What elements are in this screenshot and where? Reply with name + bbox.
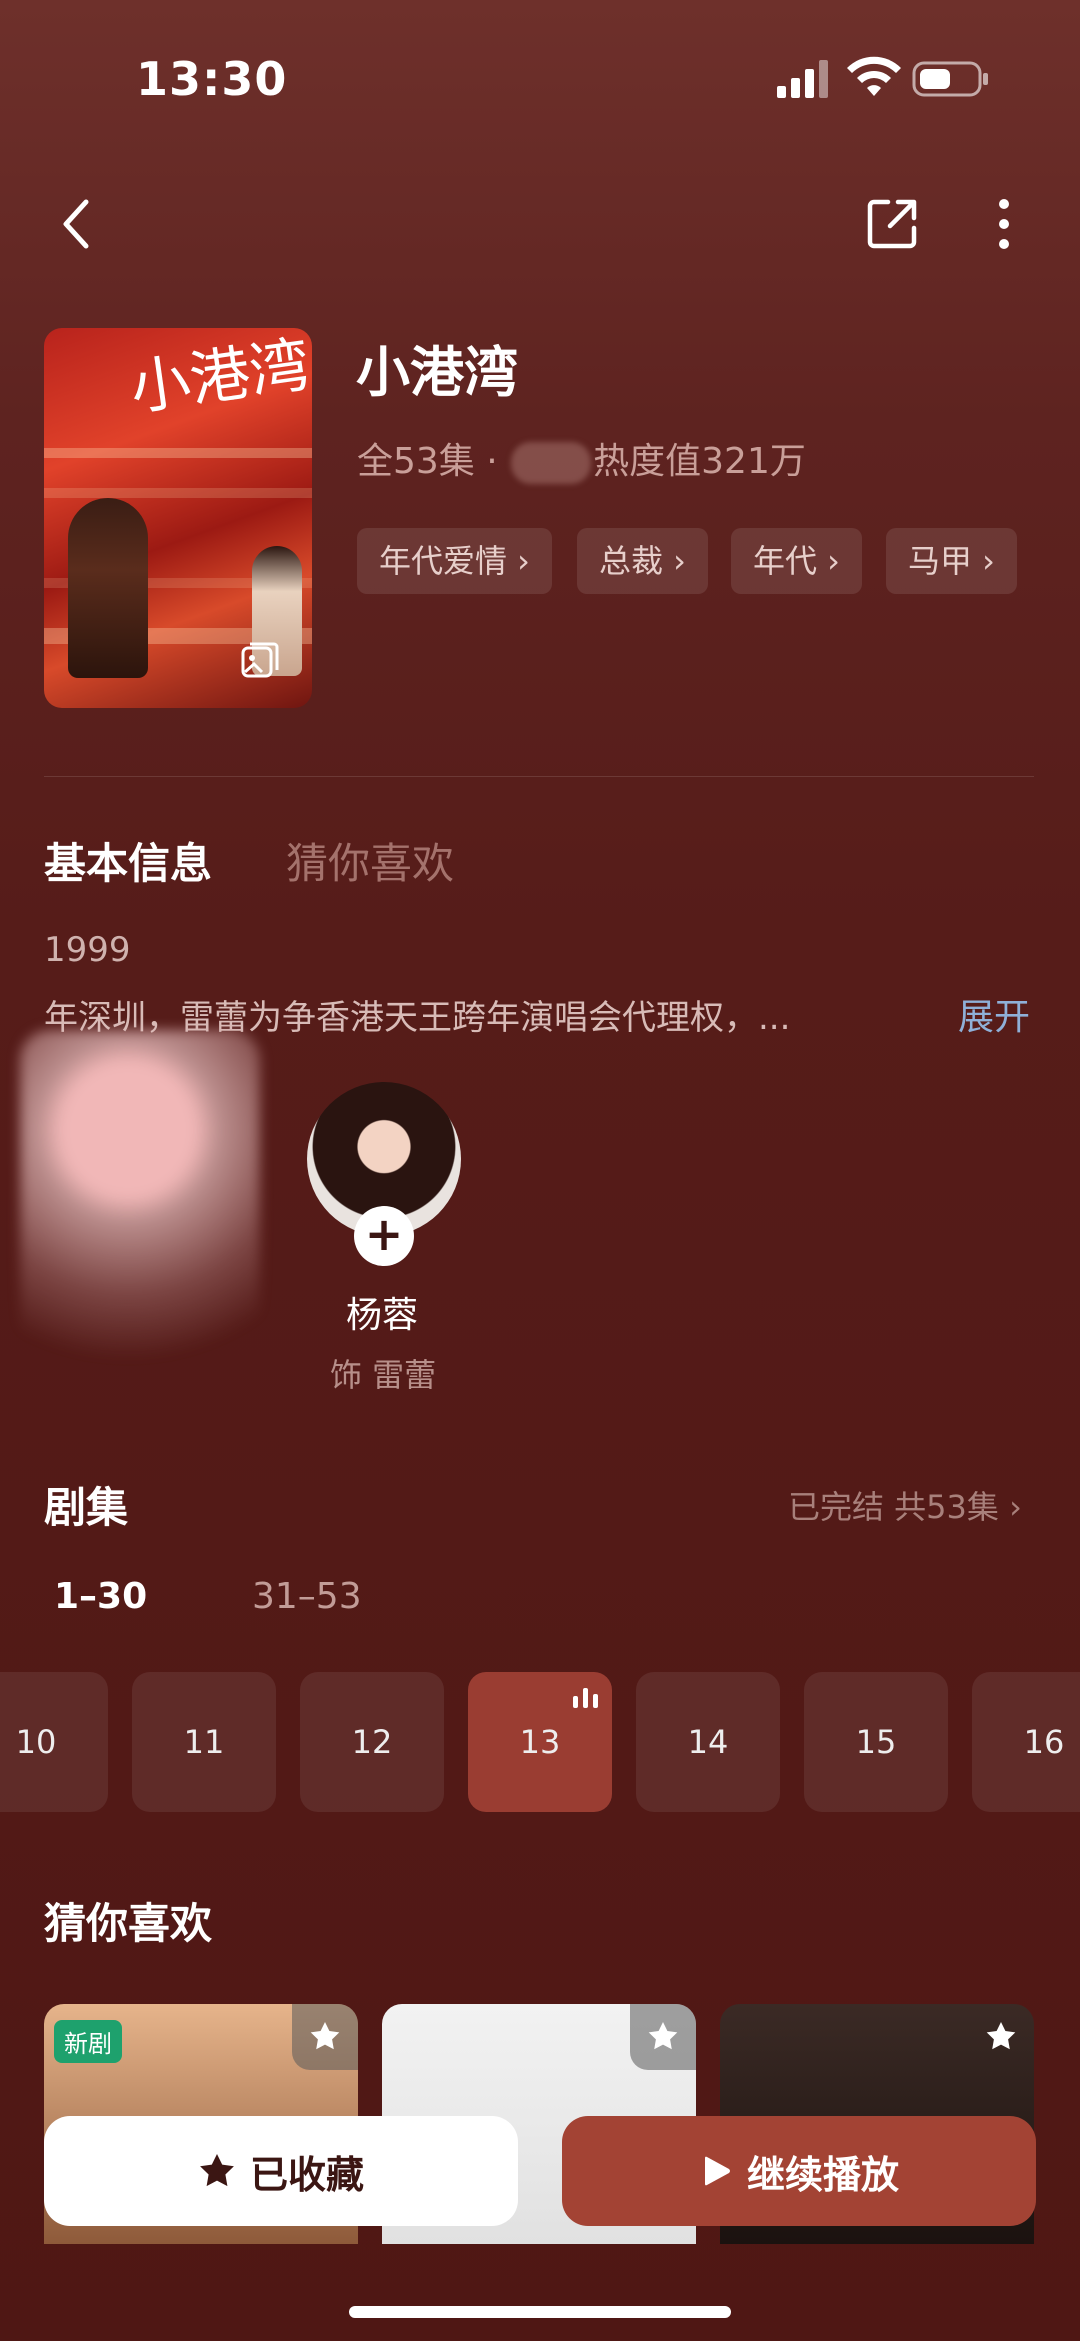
popularity: 热度值321万 (593, 441, 806, 482)
tag-chip[interactable]: 年代 › (731, 528, 862, 594)
more-vertical-icon[interactable] (994, 196, 1014, 252)
star-icon[interactable] (968, 2004, 1034, 2070)
episodes-title: 剧集 (44, 1483, 129, 1532)
episode-tile[interactable]: 16 (972, 1672, 1080, 1812)
follow-plus-icon[interactable]: + (354, 1206, 414, 1266)
back-chevron-icon[interactable] (56, 196, 96, 252)
tag-chip[interactable]: 年代爱情 › (357, 528, 552, 594)
show-meta: 全53集 · 热度值321万 (357, 432, 806, 484)
episode-tile[interactable]: 12 (300, 1672, 444, 1812)
episode-count: 全53集 · (357, 441, 510, 482)
tab-recommend[interactable]: 猜你喜欢 (286, 830, 454, 891)
recommend-title: 猜你喜欢 (44, 1899, 213, 1948)
range-tab[interactable]: 31–53 (252, 1576, 362, 1617)
gallery-icon[interactable] (240, 640, 280, 680)
episode-number: 13 (519, 1723, 561, 1761)
favorite-button[interactable]: 已收藏 (44, 2116, 518, 2226)
episode-tile[interactable]: 11 (132, 1672, 276, 1812)
favorite-label: 已收藏 (249, 2152, 364, 2197)
cast-role: 饰 雷蕾 (330, 1356, 437, 1394)
star-icon[interactable] (630, 2004, 696, 2070)
play-icon (704, 2156, 730, 2186)
episode-tile[interactable]: 14 (636, 1672, 780, 1812)
blurred-cast-member (20, 1030, 260, 1430)
tag-chip[interactable]: 马甲 › (886, 528, 1017, 594)
episode-tile[interactable]: 10 (0, 1672, 108, 1812)
show-poster[interactable]: 小港湾 (44, 328, 312, 708)
divider (44, 776, 1034, 777)
cellular-signal-icon (777, 60, 828, 98)
tab-basic-info[interactable]: 基本信息 (44, 830, 212, 891)
star-filled-icon (200, 2154, 234, 2187)
show-title: 小港湾 (356, 341, 518, 404)
battery-icon (912, 61, 988, 97)
tag-chip[interactable]: 总裁 › (577, 528, 708, 594)
description-line: 1999 (44, 930, 131, 970)
episodes-status[interactable]: 已完结 共53集 › (788, 1482, 1022, 1528)
star-icon[interactable] (292, 2004, 358, 2070)
episode-tile[interactable]: 15 (804, 1672, 948, 1812)
new-badge: 新剧 (54, 2020, 122, 2063)
range-tab[interactable]: 1–30 (54, 1576, 147, 1617)
continue-play-button[interactable]: 继续播放 (562, 2116, 1036, 2226)
share-icon[interactable] (866, 196, 920, 250)
status-time: 13:30 (136, 52, 288, 106)
play-label: 继续播放 (746, 2152, 899, 2197)
home-indicator[interactable] (349, 2306, 731, 2318)
poster-title: 小港湾 (126, 329, 312, 425)
cast-name: 杨蓉 (346, 1295, 419, 1336)
blurred-text (511, 442, 592, 484)
expand-link[interactable]: 展开 (958, 988, 1030, 1040)
poster-figure-man (68, 498, 148, 678)
wifi-icon (847, 56, 901, 96)
episode-tile-current[interactable]: 13 (468, 1672, 612, 1812)
playing-icon (573, 1688, 598, 1708)
